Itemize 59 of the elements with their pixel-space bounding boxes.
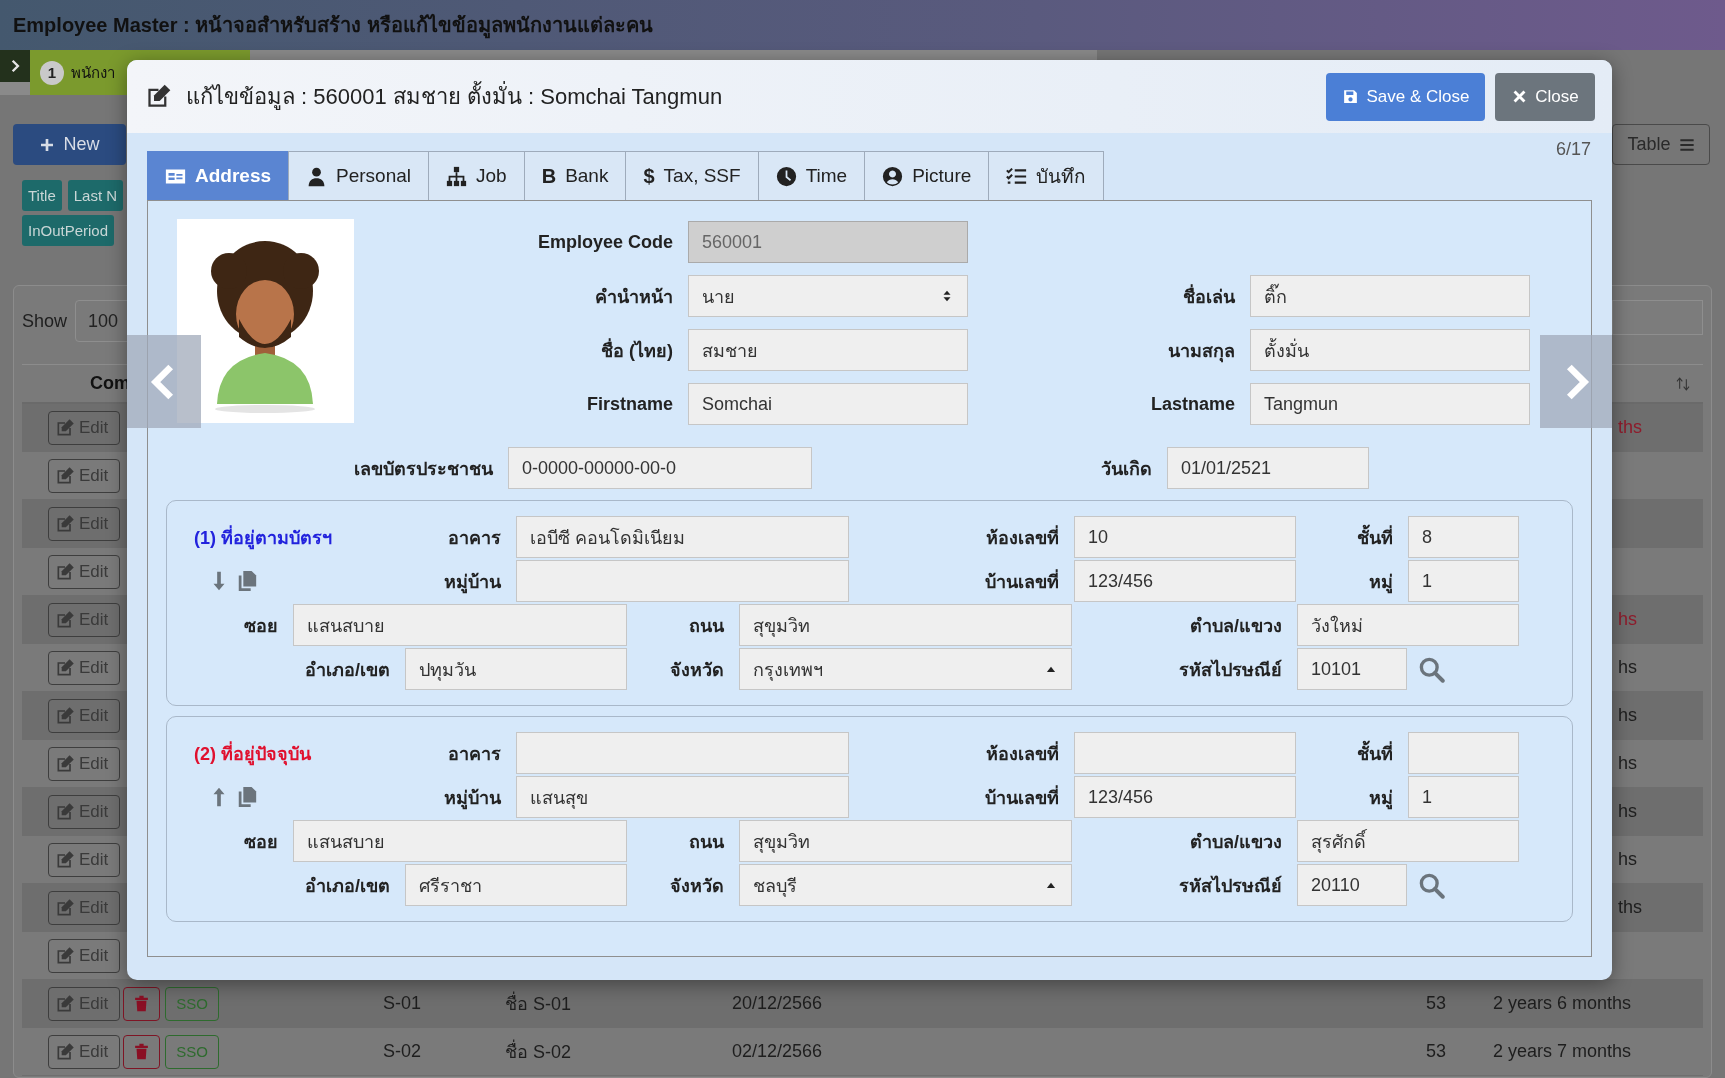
step-number: 1 [40, 60, 64, 85]
table-cell: hs [1618, 753, 1637, 773]
table-cell: 53 [1425, 993, 1446, 1013]
field-label: คำนำหน้า [594, 285, 674, 309]
field-label: หมู่ [1368, 786, 1394, 812]
field-label: ชั้นที่ [1296, 522, 1408, 552]
field-label: อาคาร [447, 742, 502, 766]
field-label: Firstname [585, 393, 674, 415]
field-label: Lastname [1149, 393, 1236, 415]
field-label: ชื่อเล่น [1182, 283, 1236, 309]
field-label: หมู่บ้าน [443, 786, 502, 812]
table-cell: 02/12/2566 [732, 1041, 823, 1061]
table-cell: hs [1618, 609, 1637, 629]
field-label: ชั้นที่ [1296, 738, 1408, 768]
table-cell: ths [1618, 897, 1642, 917]
field-label: อำเภอ/เขต [304, 874, 391, 898]
section-title: (2) ที่อยู่ปัจจุบัน [194, 740, 311, 768]
modal-title: แก้ไขข้อมูล : 560001 สมชาย ตั้งมั่น : Somchai Tangmun [186, 79, 723, 114]
table-cell: hs [1618, 657, 1637, 677]
table-cell: 20/12/2566 [732, 993, 823, 1013]
table-cell: 53 [1425, 1041, 1446, 1061]
table-cell: ths [1618, 417, 1642, 437]
field-label: หมู่ [1368, 570, 1394, 596]
table-cell: 2 years 7 months [1493, 1041, 1632, 1061]
field-label: หมู่บ้าน [443, 570, 502, 596]
field-label: จังหวัด [669, 658, 725, 682]
field-label: อาคาร [447, 526, 502, 550]
field-label: ถนน [688, 614, 725, 638]
field-label: ห้องเลขที่ [985, 740, 1060, 766]
field-label: รหัสไปรษณีย์ [1178, 658, 1283, 682]
field-label: ซอย [243, 614, 279, 638]
field-label: จังหวัด [669, 874, 725, 898]
glyph-icon: $ [643, 164, 655, 188]
field-label: ห้องเลขที่ [985, 524, 1060, 550]
field-label: ชื่อ (ไทย) [600, 337, 674, 363]
field-label: รหัสไปรษณีย์ [1178, 874, 1283, 898]
step-label: พนักงา [71, 62, 115, 83]
field-label: อำเภอ/เขต [304, 658, 391, 682]
record-counter: 6/17 [1555, 139, 1591, 160]
table-cell: hs [1618, 801, 1637, 821]
table-cell: hs [1618, 705, 1637, 725]
section-title: (1) ที่อยู่ตามบัตรฯ [194, 524, 332, 552]
field-label: ถนน [688, 830, 725, 854]
field-label: ตำบล/แขวง [1189, 614, 1283, 638]
field-label: บ้านเลขที่ [984, 784, 1060, 810]
show-label: Show [22, 310, 68, 332]
field-label: เลขบัตรประชาชน [353, 457, 494, 481]
table-cell: S-02 [383, 1041, 422, 1061]
field-label: วันเกิด [1100, 457, 1153, 481]
field-label: Employee Code [536, 231, 674, 253]
field-label: บ้านเลขที่ [984, 568, 1060, 594]
page-title: Employee Master : หน้าจอสำหรับสร้าง หรือแก้ไขข้อมูลพนักงานแต่ละคน [13, 9, 653, 41]
field-label: นามสกุล [1167, 339, 1236, 365]
field-label: ซอย [243, 830, 279, 854]
glyph-icon: B [541, 164, 557, 188]
table-cell: 2 years 6 months [1493, 993, 1632, 1013]
table-cell: S-01 [383, 993, 422, 1013]
field-label: ตำบล/แขวง [1189, 830, 1283, 854]
table-cell: hs [1618, 849, 1637, 869]
